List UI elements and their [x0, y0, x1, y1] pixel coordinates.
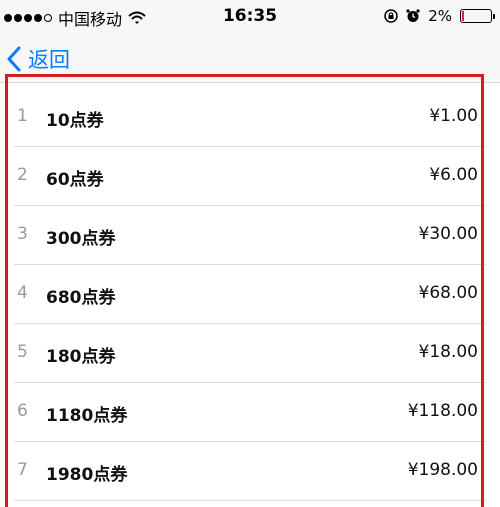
list-item[interactable]: 7 1980点券 ¥198.00: [0, 442, 500, 501]
navigation-bar: 返回: [0, 36, 500, 83]
item-index: 5: [17, 342, 28, 362]
item-name: 180点券: [46, 347, 116, 367]
item-name: 680点券: [46, 288, 116, 308]
item-index: 4: [17, 283, 28, 303]
list-item[interactable]: 2 60点券 ¥6.00: [0, 147, 500, 206]
item-index: 3: [17, 224, 28, 244]
list-item[interactable]: 5 180点券 ¥18.00: [0, 324, 500, 383]
item-index: 1: [17, 106, 28, 126]
battery-level-fill: [462, 11, 464, 21]
chevron-left-icon: [7, 46, 21, 72]
item-price: ¥30.00: [418, 224, 478, 244]
item-name: 10点券: [46, 111, 104, 131]
list-item[interactable]: 3 300点券 ¥30.00: [0, 206, 500, 265]
item-price: ¥198.00: [407, 460, 478, 480]
battery-icon: [460, 9, 495, 23]
item-index: 2: [17, 165, 28, 185]
item-price: ¥18.00: [418, 342, 478, 362]
back-button[interactable]: 返回: [6, 44, 70, 74]
status-right: 2%: [384, 7, 495, 25]
status-bar: 中国移动 16:35 2%: [0, 0, 500, 36]
item-name: 60点券: [46, 170, 104, 190]
battery-percent: 2%: [428, 7, 452, 25]
list-item[interactable]: 6 1180点券 ¥118.00: [0, 383, 500, 442]
rotation-lock-icon: [384, 9, 398, 23]
item-price: ¥118.00: [407, 401, 478, 421]
item-price: ¥1.00: [429, 106, 478, 126]
product-list: 1 10点券 ¥1.00 2 60点券 ¥6.00 3 300点券 ¥30.00…: [0, 88, 500, 501]
item-name: 300点券: [46, 229, 116, 249]
item-price: ¥6.00: [429, 165, 478, 185]
alarm-icon: [406, 9, 420, 22]
item-name: 1180点券: [46, 406, 128, 426]
back-label: 返回: [28, 48, 70, 72]
item-price: ¥68.00: [418, 283, 478, 303]
list-item[interactable]: 1 10点券 ¥1.00: [0, 88, 500, 147]
item-index: 6: [17, 401, 28, 421]
screen: 中国移动 16:35 2% 返回 1 10点券 ¥1.00 2 60点券 ¥6.…: [0, 0, 500, 507]
item-index: 7: [17, 460, 28, 480]
list-item[interactable]: 4 680点券 ¥68.00: [0, 265, 500, 324]
item-name: 1980点券: [46, 465, 128, 485]
